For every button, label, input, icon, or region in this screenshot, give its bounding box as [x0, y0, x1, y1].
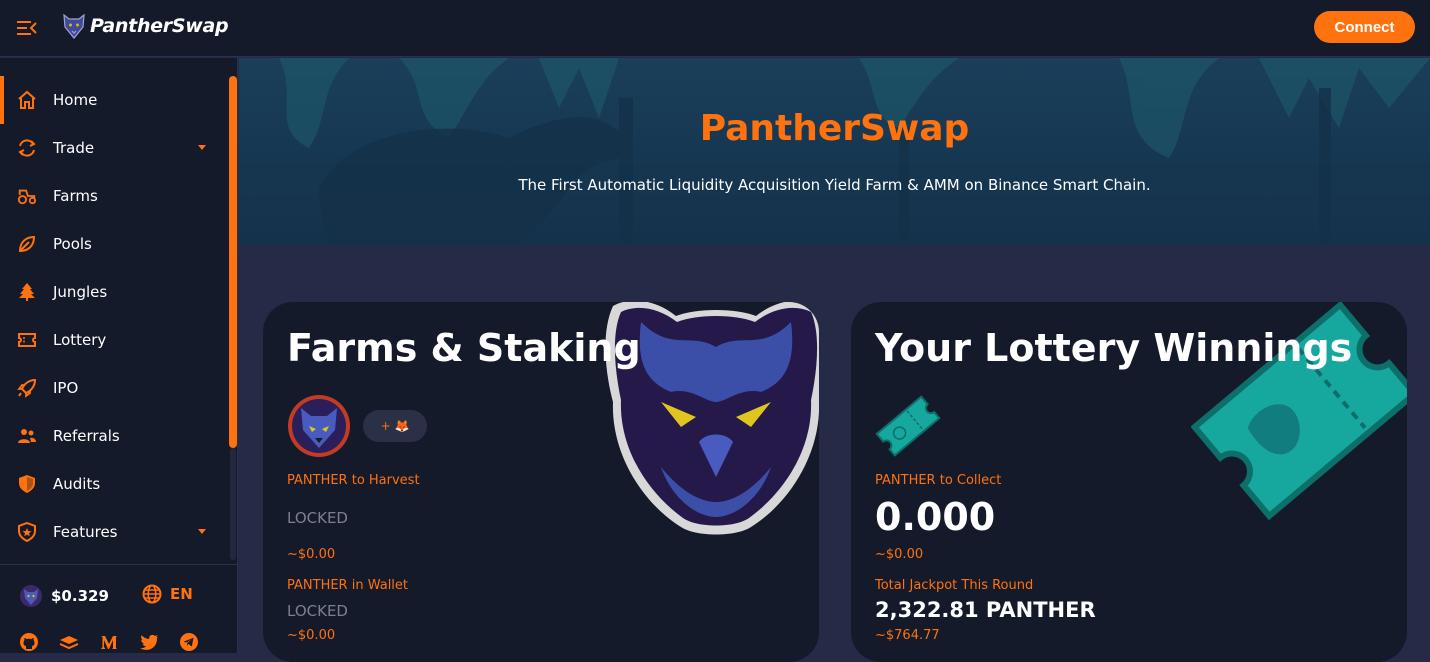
lottery-winnings-card: Your Lottery Winnings PANTHER to Collect… — [851, 302, 1407, 662]
twitter-icon[interactable] — [139, 632, 159, 652]
sidebar-item-label: Pools — [53, 235, 92, 253]
people-icon — [18, 429, 36, 443]
wallet-value: LOCKED — [287, 602, 348, 620]
sidebar-item-label: Lottery — [53, 331, 107, 349]
panther-token-avatar — [288, 395, 350, 457]
sidebar-item-audits[interactable]: Audits — [0, 460, 228, 508]
home-icon — [18, 90, 36, 109]
wallet-label: PANTHER in Wallet — [287, 578, 409, 593]
jungle-background-illustration — [279, 58, 1430, 245]
star-shield-icon — [18, 522, 36, 542]
sidebar-scrollbar-thumb[interactable] — [229, 76, 237, 448]
sidebar-item-label: IPO — [53, 379, 79, 397]
hero-banner: PantherSwap The First Automatic Liquidit… — [239, 58, 1430, 245]
rocket-icon — [17, 378, 37, 398]
hero-subtitle: The First Automatic Liquidity Acquisitio… — [518, 176, 1151, 194]
price-value: $0.329 — [51, 587, 109, 605]
sidebar-scrollbar-track[interactable] — [230, 448, 236, 560]
sidebar-item-label: Home — [53, 91, 98, 109]
panther-price[interactable]: $0.329 — [19, 584, 109, 608]
trade-icon — [18, 139, 36, 157]
harvest-value: LOCKED — [287, 509, 348, 527]
sidebar-item-jungles[interactable]: Jungles — [0, 268, 228, 316]
medium-icon[interactable] — [99, 632, 119, 652]
tractor-icon — [17, 189, 37, 205]
jackpot-label: Total Jackpot This Round — [875, 578, 1034, 593]
ticket-icon — [875, 395, 941, 457]
sidebar-item-features[interactable]: Features — [0, 508, 228, 556]
panther-logo-icon — [63, 13, 85, 39]
jackpot-value: 2,322.81 PANTHER — [875, 598, 1096, 622]
card-title: Farms & Staking — [287, 326, 641, 370]
sidebar-item-farms[interactable]: Farms — [0, 172, 228, 220]
brand-name: PantherSwap — [90, 15, 229, 37]
sidebar-item-label: Features — [53, 523, 118, 541]
sidebar-item-label: Referrals — [53, 427, 120, 445]
tree-icon — [19, 283, 35, 301]
sidebar: Home Trade Farms Pools Jungles Lottery I… — [0, 58, 238, 653]
connect-button[interactable]: Connect — [1314, 11, 1415, 43]
top-bar: PantherSwap Connect — [0, 0, 1430, 57]
chevron-down-icon[interactable] — [198, 529, 206, 534]
add-to-metamask-button[interactable]: + 🦊 — [363, 410, 427, 442]
harvest-usd: ~$0.00 — [287, 547, 336, 562]
sidebar-item-label: Jungles — [53, 283, 108, 301]
docs-icon[interactable] — [59, 632, 79, 652]
globe-icon — [142, 584, 162, 604]
sidebar-item-referrals[interactable]: Referrals — [0, 412, 228, 460]
sidebar-item-label: Trade — [53, 139, 95, 157]
sidebar-item-home[interactable]: Home — [0, 76, 228, 124]
harvest-label: PANTHER to Harvest — [287, 473, 420, 488]
sidebar-item-ipo[interactable]: IPO — [0, 364, 228, 412]
sidebar-item-lottery[interactable]: Lottery — [0, 316, 228, 364]
collect-value: 0.000 — [875, 495, 996, 539]
social-links — [19, 632, 199, 652]
collect-label: PANTHER to Collect — [875, 473, 1002, 488]
chevron-down-icon[interactable] — [198, 145, 206, 150]
sidebar-item-label: Farms — [53, 187, 98, 205]
wallet-usd: ~$0.00 — [287, 628, 336, 643]
sidebar-item-label: Audits — [53, 475, 101, 493]
brand-logo[interactable]: PantherSwap — [62, 13, 229, 39]
farms-staking-card: Farms & Staking + 🦊 PANTHER to Harvest L… — [263, 302, 819, 662]
github-icon[interactable] — [19, 632, 39, 652]
card-title: Your Lottery Winnings — [875, 326, 1353, 370]
hero-title: PantherSwap — [699, 108, 970, 149]
panther-token-icon — [20, 585, 42, 607]
menu-toggle-icon[interactable] — [16, 18, 38, 38]
ticket-icon — [18, 333, 36, 347]
jackpot-usd: ~$764.77 — [875, 628, 940, 643]
shield-icon — [19, 475, 35, 493]
language-label: EN — [170, 585, 193, 603]
sidebar-footer: $0.329 EN — [0, 564, 237, 653]
telegram-icon[interactable] — [179, 632, 199, 652]
leaf-icon — [18, 235, 36, 253]
language-selector[interactable]: EN — [142, 584, 193, 604]
sidebar-item-pools[interactable]: Pools — [0, 220, 228, 268]
collect-usd: ~$0.00 — [875, 547, 924, 562]
sidebar-item-trade[interactable]: Trade — [0, 124, 228, 172]
sidebar-nav: Home Trade Farms Pools Jungles Lottery I… — [0, 76, 228, 556]
